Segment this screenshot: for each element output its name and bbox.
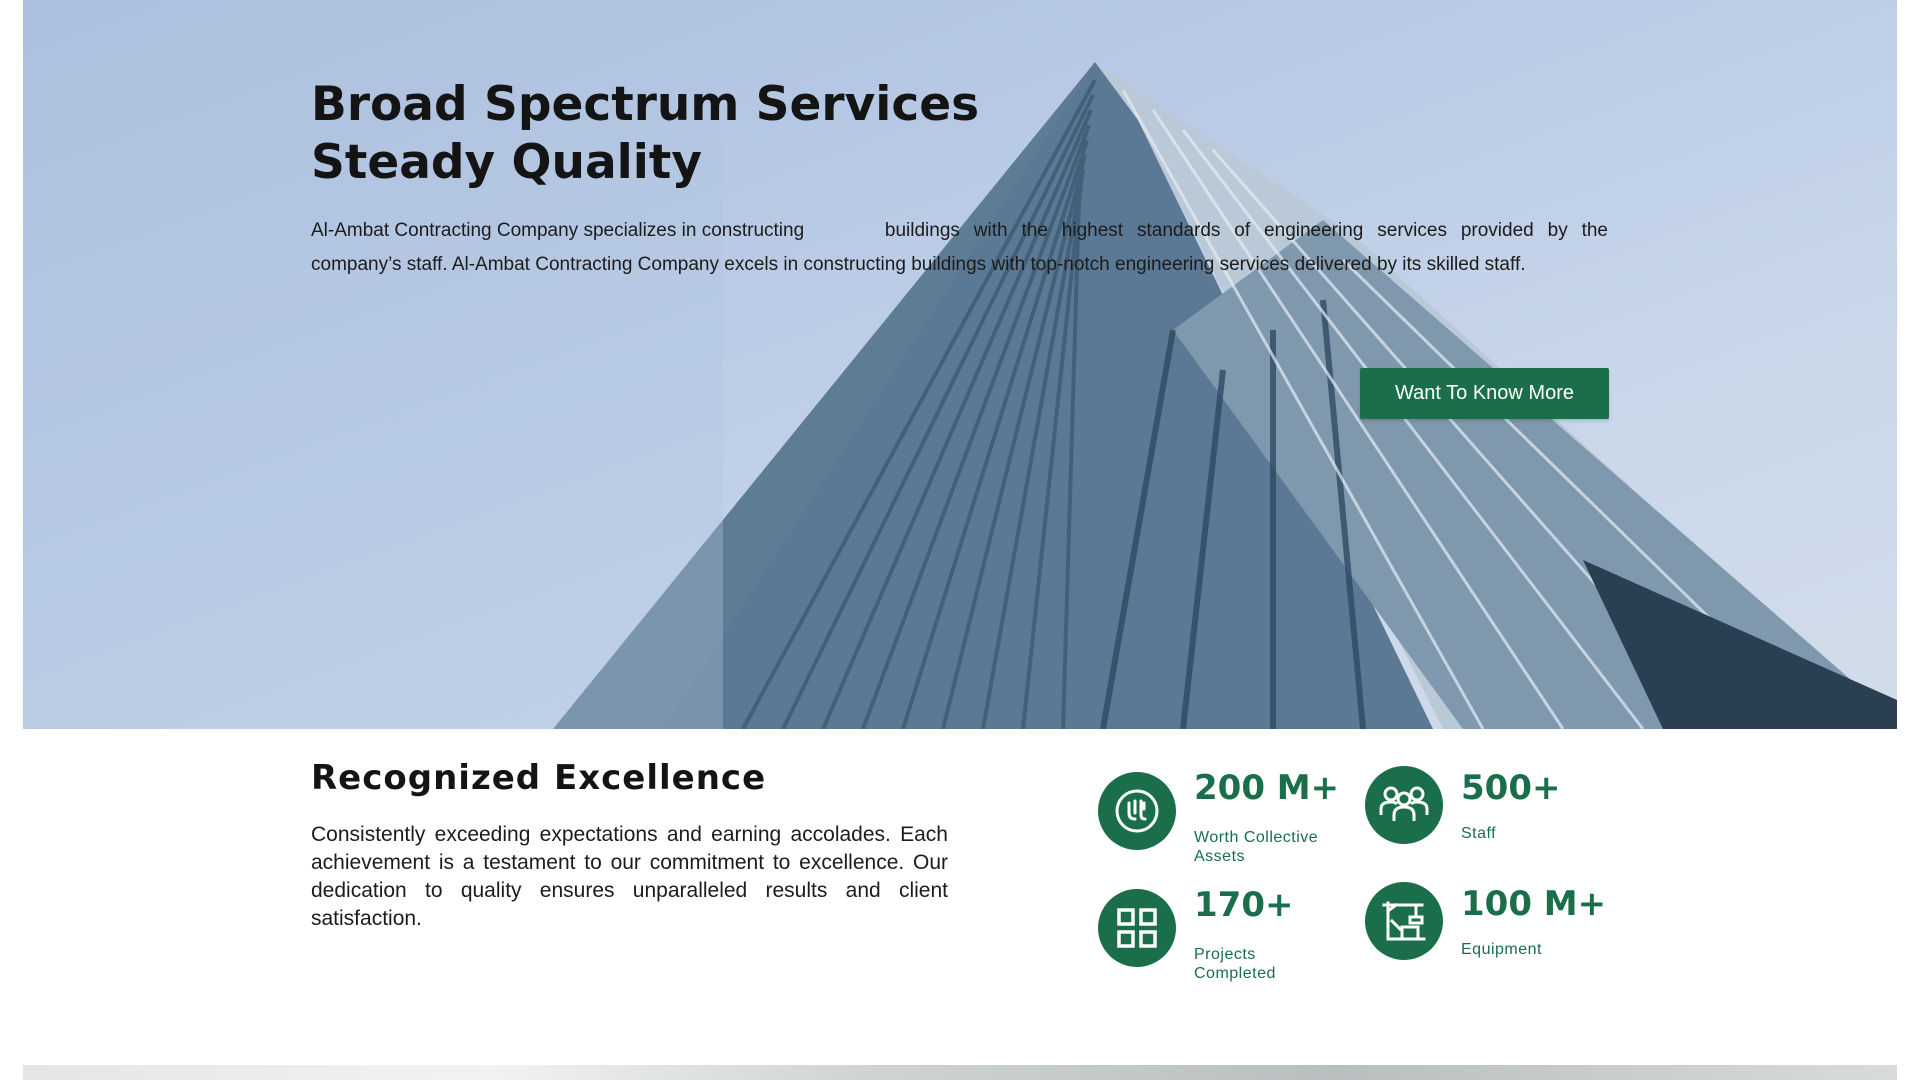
section-description: Consistently exceeding expectations and … bbox=[311, 823, 948, 930]
stat-label: Worth Collective Assets bbox=[1194, 829, 1319, 865]
stat-label: Staff bbox=[1461, 825, 1497, 842]
hero-description-line-1: Al-Ambat Contracting Company specializes… bbox=[311, 220, 805, 241]
next-section-image-strip bbox=[23, 1065, 1897, 1080]
hero-section: Broad Spectrum Services Steady Quality A… bbox=[23, 0, 1897, 729]
hero-title-line-1: Broad Spectrum Services bbox=[311, 77, 980, 132]
stat-value: 500+ bbox=[1461, 768, 1561, 808]
stat-label: Equipment bbox=[1461, 941, 1542, 958]
riyal-coin-icon bbox=[1098, 772, 1176, 850]
grid-blocks-icon bbox=[1098, 889, 1176, 967]
hero-title: Broad Spectrum Services Steady Quality bbox=[311, 76, 1011, 192]
stat-value: 100 M+ bbox=[1461, 884, 1607, 924]
stat-value: 170+ bbox=[1194, 885, 1294, 925]
want-to-know-more-button[interactable]: Want To Know More bbox=[1360, 368, 1609, 419]
section-title: Recognized Excellence bbox=[311, 758, 767, 798]
people-group-icon bbox=[1365, 766, 1443, 844]
hero-description: Al-Ambat Contracting Company specializes… bbox=[311, 214, 1608, 282]
crane-icon bbox=[1365, 882, 1443, 960]
hero-title-line-2: Steady Quality bbox=[311, 135, 703, 190]
stat-value: 200 M+ bbox=[1194, 768, 1340, 808]
stat-label: Projects Completed bbox=[1194, 946, 1276, 982]
